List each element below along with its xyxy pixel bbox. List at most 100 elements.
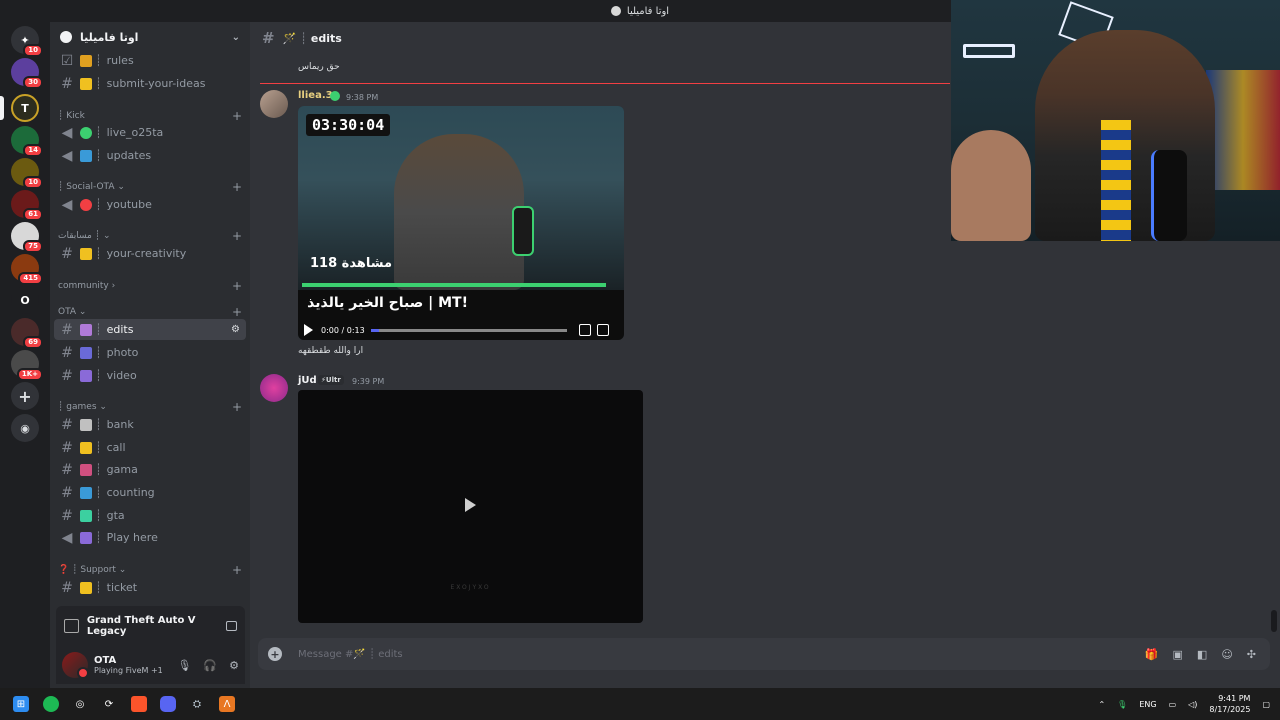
channel-gta[interactable]: # ┊ gta bbox=[54, 505, 246, 526]
hash-icon: # bbox=[61, 344, 73, 361]
fullscreen-icon[interactable] bbox=[596, 324, 609, 336]
channel-label: rules bbox=[106, 54, 134, 67]
microphone-icon[interactable]: 🎙 bbox=[177, 659, 191, 672]
gif-icon[interactable]: ▣ bbox=[1173, 648, 1183, 661]
channel-settings-icon[interactable]: ⚙ bbox=[231, 324, 240, 335]
channel-photo[interactable]: # ┊ photo bbox=[54, 342, 246, 363]
spotify-icon[interactable] bbox=[43, 696, 59, 712]
server-item[interactable]: 14 bbox=[11, 126, 43, 157]
channel-submit-your-ideas[interactable]: # ┊ submit-your-ideas bbox=[54, 73, 246, 94]
channel-ticket[interactable]: # ┊ ticket bbox=[54, 577, 246, 598]
avatar[interactable] bbox=[260, 374, 288, 402]
brave-icon[interactable] bbox=[131, 696, 147, 712]
network-icon[interactable]: ▭ bbox=[1169, 700, 1177, 709]
channel-live[interactable]: ◀ ┊ live_o25ta bbox=[54, 122, 246, 143]
avatar[interactable] bbox=[62, 652, 89, 679]
avatar[interactable] bbox=[260, 90, 288, 118]
add-channel-icon[interactable]: + bbox=[232, 400, 242, 414]
category-contests[interactable]: مسابقات ┊ ⌄ + bbox=[58, 228, 242, 244]
discover-icon[interactable]: ◉ bbox=[11, 414, 39, 442]
server-discord-home[interactable]: ✦ 10 bbox=[11, 26, 43, 57]
game-icon bbox=[64, 619, 79, 633]
message-author[interactable]: jUd bbox=[298, 375, 317, 386]
category-games[interactable]: ┊ games ⌄ + bbox=[58, 399, 242, 415]
channel-edits[interactable]: # ┊ edits ⚙ bbox=[54, 319, 246, 340]
clock[interactable]: 9:41 PM 8/17/2025 bbox=[1209, 693, 1250, 715]
activity-panel[interactable]: Grand Theft Auto V Legacy bbox=[56, 606, 245, 646]
play-icon[interactable] bbox=[304, 324, 313, 336]
steam-icon[interactable]: ⛭ bbox=[189, 696, 205, 712]
attach-plus-icon[interactable]: + bbox=[268, 647, 282, 661]
message-input[interactable]: Message #🪄 ┊ edits bbox=[298, 649, 403, 660]
video-embed[interactable]: EXOJYXO bbox=[298, 390, 643, 623]
green-circle-emoji-icon bbox=[80, 126, 92, 139]
server-item[interactable]: 30 bbox=[11, 58, 43, 89]
channel-gama[interactable]: # ┊ gama bbox=[54, 459, 246, 480]
server-item[interactable]: 69 bbox=[11, 318, 43, 349]
guild-icon bbox=[60, 31, 72, 43]
add-channel-icon[interactable]: + bbox=[232, 563, 242, 577]
channel-label: Play here bbox=[106, 531, 158, 544]
channel-your-creativity[interactable]: # ┊ your-creativity bbox=[54, 243, 246, 264]
server-item[interactable]: 75 bbox=[11, 222, 43, 253]
numbers-emoji-icon bbox=[80, 486, 92, 499]
photo-emoji-icon bbox=[80, 346, 92, 359]
server-ota[interactable]: T bbox=[11, 94, 39, 122]
category-support[interactable]: ❓ ┊ Support ⌄ + bbox=[58, 562, 242, 578]
message-author[interactable]: lliea.3 bbox=[298, 90, 333, 101]
category-social[interactable]: ┊ Social-OTA ⌄ + bbox=[58, 179, 242, 195]
channel-rules[interactable]: ☑ ┊ rules bbox=[54, 50, 246, 71]
category-community[interactable]: community › + bbox=[58, 278, 242, 294]
volume-icon[interactable] bbox=[578, 324, 591, 336]
obs-icon[interactable]: ◎ bbox=[72, 696, 88, 712]
apps-icon[interactable]: ✣ bbox=[1247, 648, 1256, 661]
channel-label: youtube bbox=[106, 198, 152, 211]
scarf bbox=[1101, 120, 1131, 241]
server-item[interactable]: 1K+ bbox=[11, 350, 43, 381]
add-channel-icon[interactable]: + bbox=[232, 109, 242, 123]
add-channel-icon[interactable]: + bbox=[232, 279, 242, 293]
joystick-emoji-icon bbox=[80, 463, 92, 476]
windows-start-icon[interactable]: ⊞ bbox=[13, 696, 29, 712]
channel-play-here[interactable]: ◀ ┊ Play here bbox=[54, 527, 246, 548]
emoji-icon[interactable]: ☺ bbox=[1221, 648, 1232, 661]
notification-icon[interactable]: ▢ bbox=[1262, 700, 1270, 709]
video-embed[interactable]: 03:30:04 118 مشاهدة صباح الخير يالذيذ | … bbox=[298, 106, 624, 340]
app-icon[interactable]: Λ bbox=[219, 696, 235, 712]
microphone-icon[interactable]: 🎙 bbox=[1117, 700, 1127, 709]
category-ota[interactable]: OTA ⌄ + bbox=[58, 304, 242, 320]
volume-icon[interactable]: ◁) bbox=[1188, 700, 1197, 709]
add-channel-icon[interactable]: + bbox=[232, 305, 242, 319]
server-item[interactable]: 61 bbox=[11, 190, 43, 221]
add-channel-icon[interactable]: + bbox=[232, 229, 242, 243]
scrollbar[interactable] bbox=[1271, 610, 1277, 632]
server-item[interactable]: 415 bbox=[11, 254, 43, 285]
badge: 30 bbox=[23, 76, 43, 89]
play-icon[interactable] bbox=[465, 498, 476, 512]
waving-hand bbox=[951, 130, 1031, 241]
server-item[interactable]: 10 bbox=[11, 158, 43, 189]
channel-bank[interactable]: # ┊ bank bbox=[54, 414, 246, 435]
channel-video[interactable]: # ┊ video bbox=[54, 365, 246, 386]
gift-icon[interactable]: 🎁 bbox=[1145, 648, 1159, 661]
app-icon[interactable]: ⟳ bbox=[101, 696, 117, 712]
megaphone-icon: ◀ bbox=[61, 196, 73, 213]
chevron-up-icon[interactable]: ⌃ bbox=[1098, 700, 1105, 709]
gear-icon[interactable]: ⚙ bbox=[229, 659, 239, 672]
channel-updates[interactable]: ◀ ┊ updates bbox=[54, 145, 246, 166]
speaker-icon: ◀ bbox=[61, 529, 73, 546]
add-channel-icon[interactable]: + bbox=[232, 180, 242, 194]
channel-call[interactable]: # ┊ call bbox=[54, 437, 246, 458]
sticker-icon[interactable]: ◧ bbox=[1197, 648, 1207, 661]
channel-youtube[interactable]: ◀ ┊ youtube bbox=[54, 194, 246, 215]
discord-icon[interactable] bbox=[160, 696, 176, 712]
server-item[interactable]: O bbox=[11, 286, 39, 314]
headphones-icon[interactable]: 🎧 bbox=[203, 659, 217, 672]
screen-share-icon[interactable] bbox=[225, 621, 237, 631]
channel-header: # 🪄 ┊ edits bbox=[262, 29, 342, 47]
seek-bar[interactable] bbox=[370, 328, 567, 332]
language-indicator[interactable]: ENG bbox=[1139, 700, 1156, 709]
add-server-button[interactable]: + bbox=[11, 382, 39, 410]
channel-counting[interactable]: # ┊ counting bbox=[54, 482, 246, 503]
guild-header[interactable]: اوتا فاميليا ⌄ bbox=[50, 22, 250, 52]
